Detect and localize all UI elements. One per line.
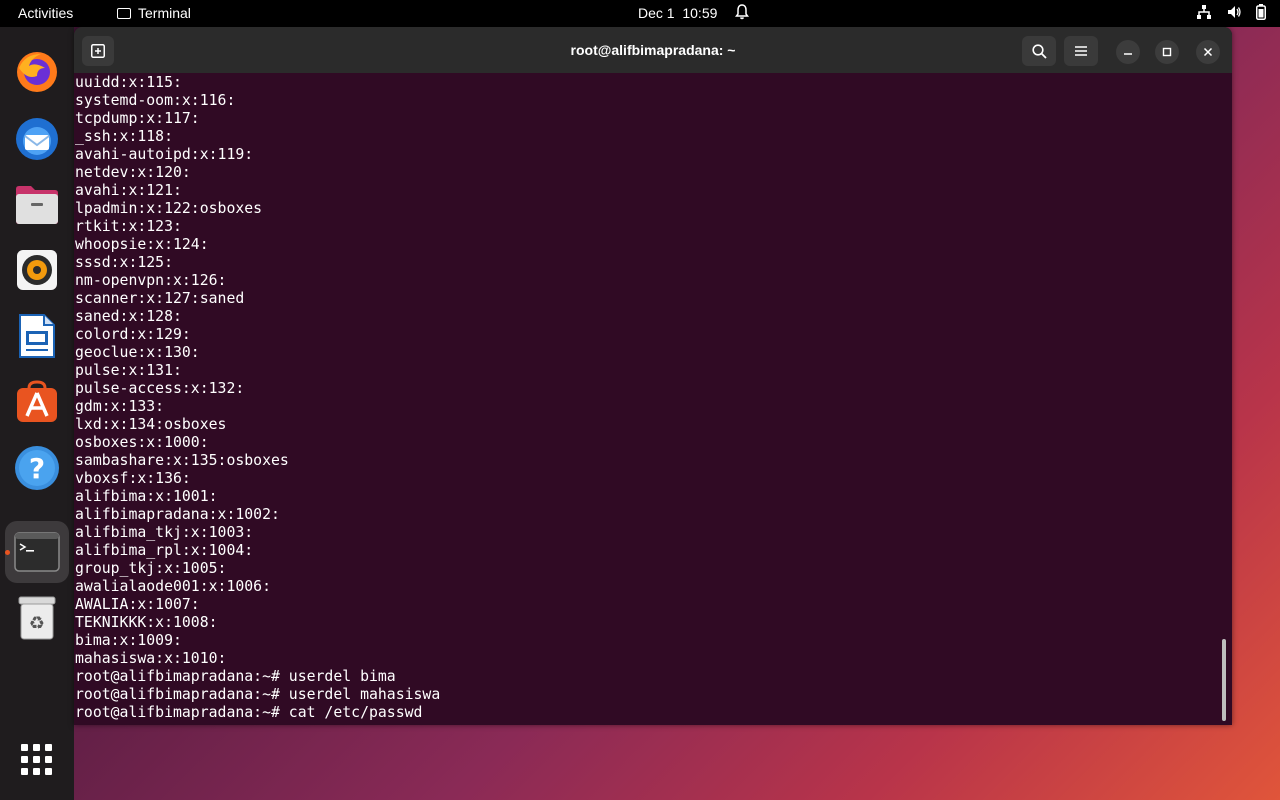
notification-bell-icon[interactable] bbox=[735, 4, 749, 23]
activities-button[interactable]: Activities bbox=[18, 5, 73, 21]
minimize-icon bbox=[1124, 53, 1132, 55]
terminal-line: gdm:x:133: bbox=[75, 398, 165, 415]
terminal-line: osboxes:x:1000: bbox=[75, 434, 209, 451]
terminal-line: uuidd:x:115: bbox=[75, 74, 182, 91]
svg-text:?: ? bbox=[29, 452, 45, 485]
search-icon bbox=[1031, 43, 1047, 59]
maximize-icon bbox=[1162, 47, 1172, 57]
dock: ? ♻ bbox=[0, 27, 74, 800]
clock[interactable]: Dec 1 10:59 bbox=[638, 5, 717, 21]
hamburger-menu-icon bbox=[1075, 46, 1087, 56]
maximize-button[interactable] bbox=[1155, 40, 1179, 64]
terminal-icon[interactable] bbox=[13, 528, 61, 576]
terminal-line: vboxsf:x:136: bbox=[75, 470, 191, 487]
terminal-line: AWALIA:x:1007: bbox=[75, 596, 200, 613]
terminal-line: scanner:x:127:saned bbox=[75, 290, 245, 307]
terminal-line: bima:x:1009: bbox=[75, 632, 182, 649]
terminal-line: colord:x:129: bbox=[75, 326, 191, 343]
thunderbird-icon[interactable] bbox=[13, 114, 61, 162]
terminal-line: lpadmin:x:122:osboxes bbox=[75, 200, 263, 217]
date: Dec 1 bbox=[638, 5, 675, 21]
menu-button[interactable] bbox=[1064, 36, 1098, 66]
search-button[interactable] bbox=[1022, 36, 1056, 66]
libreoffice-writer-icon[interactable] bbox=[13, 312, 61, 360]
terminal-line: systemd-oom:x:116: bbox=[75, 92, 236, 109]
network-icon bbox=[1196, 4, 1212, 20]
trash-icon[interactable]: ♻ bbox=[13, 594, 61, 642]
terminal-line: mahasiswa:x:1010: bbox=[75, 650, 227, 667]
terminal-line: tcpdump:x:117: bbox=[75, 110, 200, 127]
time: 10:59 bbox=[682, 5, 718, 21]
terminal-line: netdev:x:120: bbox=[75, 164, 191, 181]
terminal-window: root@alifbimapradana: ~ uuidd:x:115: syst… bbox=[74, 27, 1232, 725]
minimize-button[interactable] bbox=[1116, 40, 1140, 64]
top-bar: Activities Terminal Dec 1 10:59 bbox=[0, 0, 1280, 27]
terminal-line: alifbima:x:1001: bbox=[75, 488, 218, 505]
app-name: Terminal bbox=[138, 5, 191, 21]
terminal-line: avahi:x:121: bbox=[75, 182, 182, 199]
terminal-line: root@alifbimapradana:~# userdel mahasisw… bbox=[75, 686, 441, 703]
battery-icon bbox=[1256, 4, 1266, 20]
window-title: root@alifbimapradana: ~ bbox=[570, 42, 736, 58]
running-indicator bbox=[5, 550, 10, 555]
terminal-line: awalialaode001:x:1006: bbox=[75, 578, 271, 595]
terminal-line: root@alifbimapradana:~# userdel bima bbox=[75, 668, 396, 685]
terminal-line: root@alifbimapradana:~# cat /etc/passwd bbox=[75, 704, 423, 721]
terminal-line: pulse:x:131: bbox=[75, 362, 182, 379]
terminal-line: avahi-autoipd:x:119: bbox=[75, 146, 254, 163]
terminal-line: nm-openvpn:x:126: bbox=[75, 272, 227, 289]
files-icon[interactable] bbox=[13, 180, 61, 228]
terminal-line: alifbimapradana:x:1002: bbox=[75, 506, 280, 523]
terminal-line: sambashare:x:135:osboxes bbox=[75, 452, 289, 469]
close-button[interactable] bbox=[1196, 40, 1220, 64]
terminal-line: _ssh:x:118: bbox=[75, 128, 173, 145]
terminal-line: TEKNIKKK:x:1008: bbox=[75, 614, 218, 631]
terminal-line: group_tkj:x:1005: bbox=[75, 560, 227, 577]
terminal-line: rtkit:x:123: bbox=[75, 218, 182, 235]
close-icon bbox=[1203, 47, 1213, 57]
terminal-app-icon bbox=[117, 7, 131, 19]
terminal-line: alifbima_tkj:x:1003: bbox=[75, 524, 254, 541]
svg-text:♻: ♻ bbox=[29, 613, 45, 634]
help-icon[interactable]: ? bbox=[13, 444, 61, 492]
show-apps-grid-icon[interactable] bbox=[21, 744, 53, 776]
terminal-line: saned:x:128: bbox=[75, 308, 182, 325]
terminal-line: whoopsie:x:124: bbox=[75, 236, 209, 253]
terminal-line: lxd:x:134:osboxes bbox=[75, 416, 227, 433]
terminal-scrollbar[interactable] bbox=[1222, 639, 1226, 721]
rhythmbox-icon[interactable] bbox=[13, 246, 61, 294]
terminal-line: geoclue:x:130: bbox=[75, 344, 200, 361]
firefox-icon[interactable] bbox=[13, 48, 61, 96]
header-bar: root@alifbimapradana: ~ bbox=[74, 27, 1232, 73]
app-menu[interactable]: Terminal bbox=[117, 5, 191, 21]
terminal-line: sssd:x:125: bbox=[75, 254, 173, 271]
volume-icon bbox=[1226, 4, 1242, 20]
terminal-line: pulse-access:x:132: bbox=[75, 380, 245, 397]
software-center-icon[interactable] bbox=[13, 378, 61, 426]
terminal-output[interactable]: uuidd:x:115: systemd-oom:x:116: tcpdump:x:… bbox=[75, 74, 1215, 724]
system-tray[interactable] bbox=[1196, 4, 1266, 20]
terminal-line: alifbima_rpl:x:1004: bbox=[75, 542, 254, 559]
